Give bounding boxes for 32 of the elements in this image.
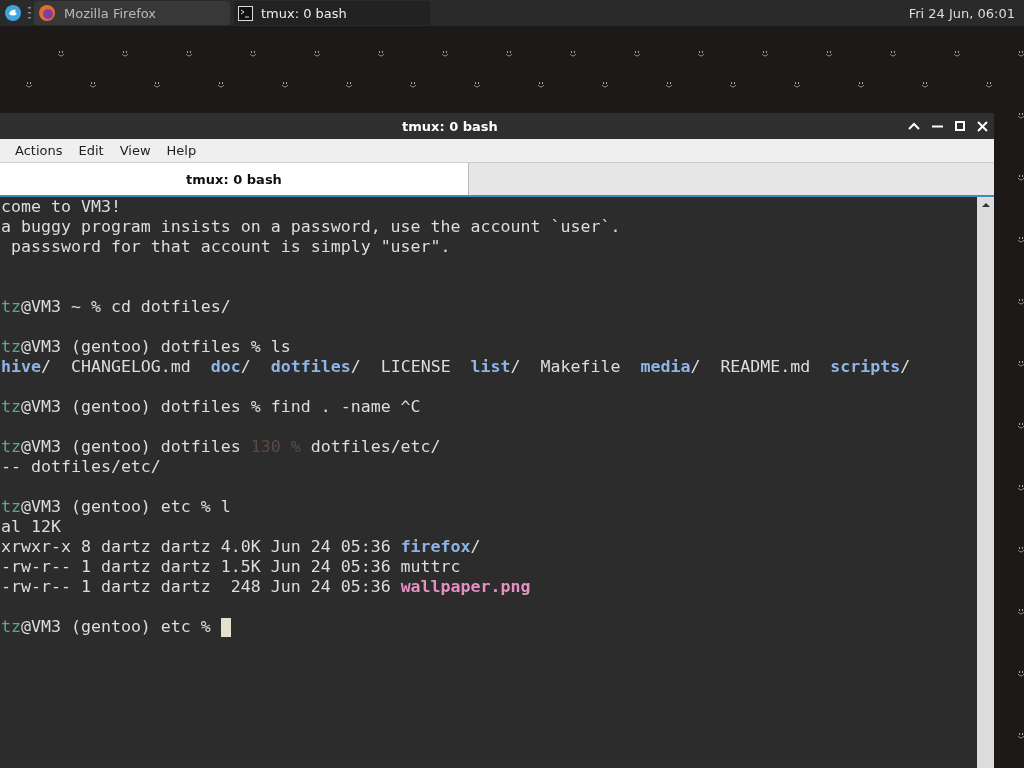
terminal-line: -rw-r-- 1 dartz dartz 1.5K Jun 24 05:36 muttrc — [1, 557, 461, 577]
terminal-line: tz@VM3 ~ % cd dotfiles/ — [1, 297, 231, 317]
menu-item[interactable]: Actions — [15, 143, 63, 158]
taskbar-button[interactable]: tmux: 0 bash — [234, 1, 430, 25]
maximize-icon[interactable] — [955, 121, 965, 131]
terminal-line: al 12K — [1, 517, 61, 537]
terminal-line: a buggy program insists on a password, use the account `user`. — [1, 217, 621, 237]
terminal-icon — [238, 5, 253, 21]
app-menu-icon[interactable] — [5, 5, 21, 21]
menu-item[interactable]: View — [119, 143, 151, 158]
terminal-line: tz@VM3 (gentoo) dotfiles % find . -name ^C — [1, 397, 421, 417]
minimize-icon[interactable] — [932, 124, 943, 128]
taskbar-button[interactable]: Mozilla Firefox — [34, 1, 230, 25]
terminal-line: hive/ CHANGELOG.md doc/ dotfiles/ LICENSE list/ Makefile media/ README.md scripts/ — [1, 357, 911, 377]
close-icon[interactable] — [977, 120, 988, 132]
terminal-line: tz@VM3 (gentoo) dotfiles % ls — [1, 337, 291, 357]
scrollbar[interactable] — [977, 197, 994, 768]
tab[interactable]: tmux: 0 bash — [0, 163, 469, 195]
window-title: tmux: 0 bash — [402, 118, 498, 134]
menu-item[interactable]: Edit — [78, 143, 104, 158]
terminal-line: -- dotfiles/etc/ — [1, 457, 161, 477]
drag-handle-icon — [28, 7, 31, 19]
terminal-line: -rw-r-- 1 dartz dartz 248 Jun 24 05:36 wallpaper.png — [1, 577, 531, 597]
terminal-line: tz@VM3 (gentoo) etc % l — [1, 497, 231, 517]
clock[interactable]: Fri 24 Jun, 06:01 — [899, 5, 1024, 21]
text-cursor — [220, 617, 231, 637]
menu-item[interactable]: Help — [166, 143, 197, 158]
shade-icon[interactable] — [908, 122, 920, 130]
terminal-line: tz@VM3 (gentoo) etc % — [1, 617, 212, 637]
terminal-line: passsword for that account is simply "user". — [10, 237, 451, 257]
terminal-line: come to VM3! — [1, 197, 121, 217]
terminal-line: xrwxr-x 8 dartz dartz 4.0K Jun 24 05:36 firefox/ — [1, 537, 481, 557]
